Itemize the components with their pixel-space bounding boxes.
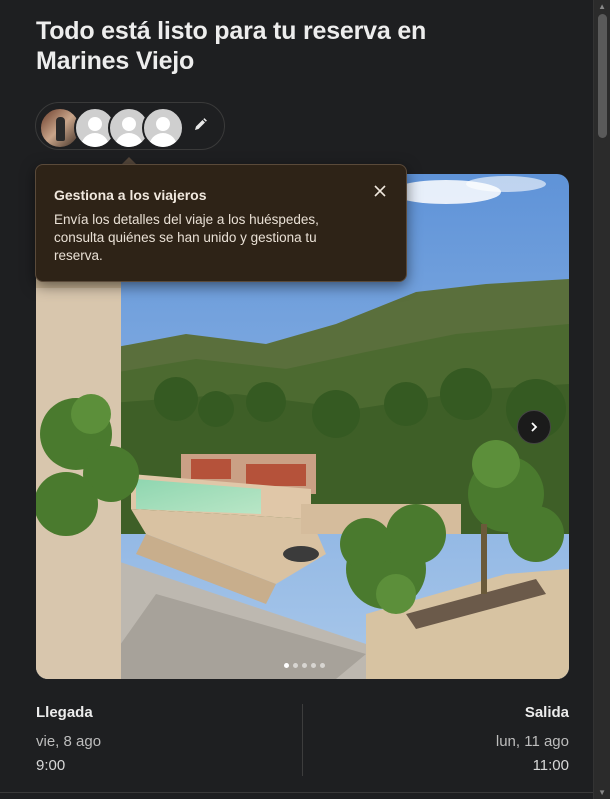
checkin-time: 9:00 (36, 757, 66, 774)
reservation-page: Todo está listo para tu reserva en Marin… (0, 0, 594, 799)
carousel-dots (284, 663, 325, 668)
reservation-dates: Llegada vie, 8 ago 9:00 Salida lun, 11 a… (36, 704, 569, 776)
dates-divider (302, 704, 303, 776)
scroll-down-icon[interactable]: ▼ (598, 788, 606, 797)
carousel-dot[interactable] (320, 663, 325, 668)
carousel-dot[interactable] (284, 663, 289, 668)
travelers-group[interactable] (35, 102, 225, 150)
checkin-date: vie, 8 ago (36, 733, 102, 750)
carousel-dot[interactable] (293, 663, 298, 668)
checkin-label: Llegada (36, 704, 93, 721)
close-icon[interactable] (372, 183, 388, 199)
manage-travelers-tooltip: Gestiona a los viajeros Envía los detall… (35, 164, 407, 282)
traveler-avatar-placeholder[interactable] (142, 107, 184, 149)
scroll-up-icon[interactable]: ▲ (598, 2, 606, 11)
carousel-dot[interactable] (302, 663, 307, 668)
vertical-scrollbar[interactable]: ▲ ▼ (593, 0, 610, 799)
scrollbar-thumb[interactable] (598, 14, 607, 138)
next-photo-button[interactable] (517, 410, 551, 444)
tooltip-title: Gestiona a los viajeros (54, 187, 207, 203)
pencil-icon[interactable] (191, 116, 209, 134)
carousel-dot[interactable] (311, 663, 316, 668)
checkout-time: 11:00 (532, 757, 569, 774)
page-title: Todo está listo para tu reserva en Marin… (36, 17, 427, 75)
bottom-divider (0, 792, 594, 793)
checkout-label: Salida (524, 704, 569, 721)
tooltip-body: Envía los detalles del viaje a los huésp… (54, 212, 319, 263)
chevron-right-icon (531, 422, 538, 432)
checkout-date: lun, 11 ago (495, 733, 569, 750)
